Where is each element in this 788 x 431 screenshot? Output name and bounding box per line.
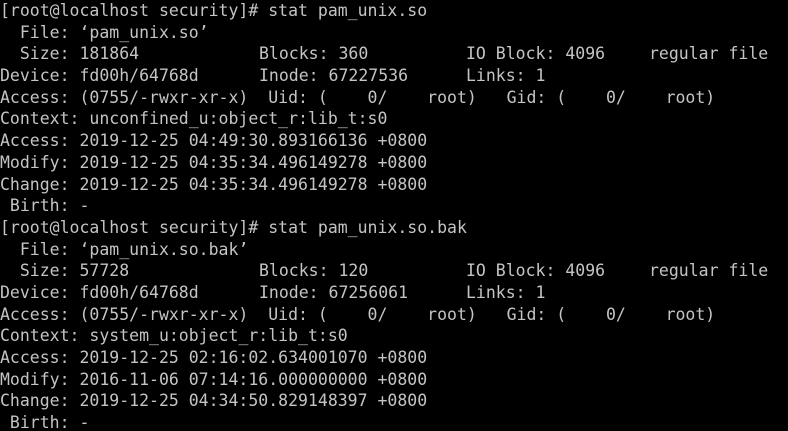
stat-access-time-line: Access: 2019-12-25 02:16:02.634001070 +0…: [0, 347, 788, 369]
command-prompt-line: [root@localhost security]# stat pam_unix…: [0, 217, 788, 239]
stat-birth-line: Birth: -: [0, 412, 788, 431]
stat-birth-line: Birth: -: [0, 195, 788, 217]
access-time-text: Access: 2019-12-25 04:49:30.893166136 +0…: [0, 131, 428, 151]
inode-text: Inode: 67227536: [259, 66, 409, 86]
stat-context-line: Context: system_u:object_r:lib_t:s0: [0, 325, 788, 347]
command-prompt-line: [root@localhost security]# stat pam_unix…: [0, 0, 788, 22]
stat-access-perm-line: Access: (0755/-rwxr-xr-x) Uid: ( 0/ root…: [0, 304, 788, 326]
links-text: Links: 1: [466, 282, 546, 302]
modify-time-text: Modify: 2019-12-25 04:35:34.496149278 +0…: [0, 152, 428, 172]
command-text: [root@localhost security]# stat pam_unix…: [0, 1, 428, 20]
stat-modify-time-line: Modify: 2019-12-25 04:35:34.496149278 +0…: [0, 152, 788, 174]
access-permissions-text: Access: (0755/-rwxr-xr-x) Uid: ( 0/ root…: [0, 304, 716, 324]
stat-file-line: File: ‘pam_unix.so.bak’: [0, 239, 788, 261]
stat-access-perm-line: Access: (0755/-rwxr-xr-x) Uid: ( 0/ root…: [0, 87, 788, 109]
io-block-text: IO Block: 4096: [466, 44, 606, 64]
stat-size-line: Size: 57728 Blocks: 120 IO Block: 4096 r…: [0, 260, 788, 282]
stat-device-line: Device: fd00h/64768d Inode: 67227536 Lin…: [0, 65, 788, 87]
file-type-text: regular file: [649, 44, 769, 64]
file-name-text: File: ‘pam_unix.so’: [0, 22, 209, 42]
stat-size-line: Size: 181864 Blocks: 360 IO Block: 4096 …: [0, 43, 788, 65]
change-time-text: Change: 2019-12-25 04:35:34.496149278 +0…: [0, 174, 428, 194]
context-text: Context: unconfined_u:object_r:lib_t:s0: [0, 109, 388, 129]
links-text: Links: 1: [466, 66, 546, 86]
terminal-window[interactable]: [root@localhost security]# stat pam_unix…: [0, 0, 788, 431]
command-text: [root@localhost security]# stat pam_unix…: [0, 217, 467, 237]
modify-time-text: Modify: 2016-11-06 07:14:16.000000000 +0…: [0, 369, 428, 389]
birth-text: Birth: -: [0, 413, 90, 431]
stat-modify-time-line: Modify: 2016-11-06 07:14:16.000000000 +0…: [0, 369, 788, 391]
io-block-text: IO Block: 4096: [466, 261, 606, 281]
context-text: Context: system_u:object_r:lib_t:s0: [0, 326, 348, 346]
access-permissions-text: Access: (0755/-rwxr-xr-x) Uid: ( 0/ root…: [0, 87, 716, 107]
size-text: Size: 181864: [0, 44, 140, 64]
file-type-text: regular file: [649, 261, 769, 281]
change-time-text: Change: 2019-12-25 04:34:50.829148397 +0…: [0, 391, 428, 411]
blocks-text: Blocks: 120: [259, 261, 369, 281]
stat-context-line: Context: unconfined_u:object_r:lib_t:s0: [0, 108, 788, 130]
stat-file-line: File: ‘pam_unix.so’: [0, 22, 788, 44]
size-text: Size: 57728: [0, 261, 130, 281]
access-time-text: Access: 2019-12-25 02:16:02.634001070 +0…: [0, 348, 428, 367]
stat-device-line: Device: fd00h/64768d Inode: 67256061 Lin…: [0, 282, 788, 304]
device-text: Device: fd00h/64768d: [0, 282, 199, 302]
birth-text: Birth: -: [0, 196, 90, 216]
device-text: Device: fd00h/64768d: [0, 66, 199, 86]
stat-change-time-line: Change: 2019-12-25 04:35:34.496149278 +0…: [0, 174, 788, 196]
blocks-text: Blocks: 360: [259, 44, 369, 64]
stat-access-time-line: Access: 2019-12-25 04:49:30.893166136 +0…: [0, 130, 788, 152]
stat-change-time-line: Change: 2019-12-25 04:34:50.829148397 +0…: [0, 390, 788, 412]
inode-text: Inode: 67256061: [259, 282, 409, 302]
file-name-text: File: ‘pam_unix.so.bak’: [0, 239, 249, 259]
